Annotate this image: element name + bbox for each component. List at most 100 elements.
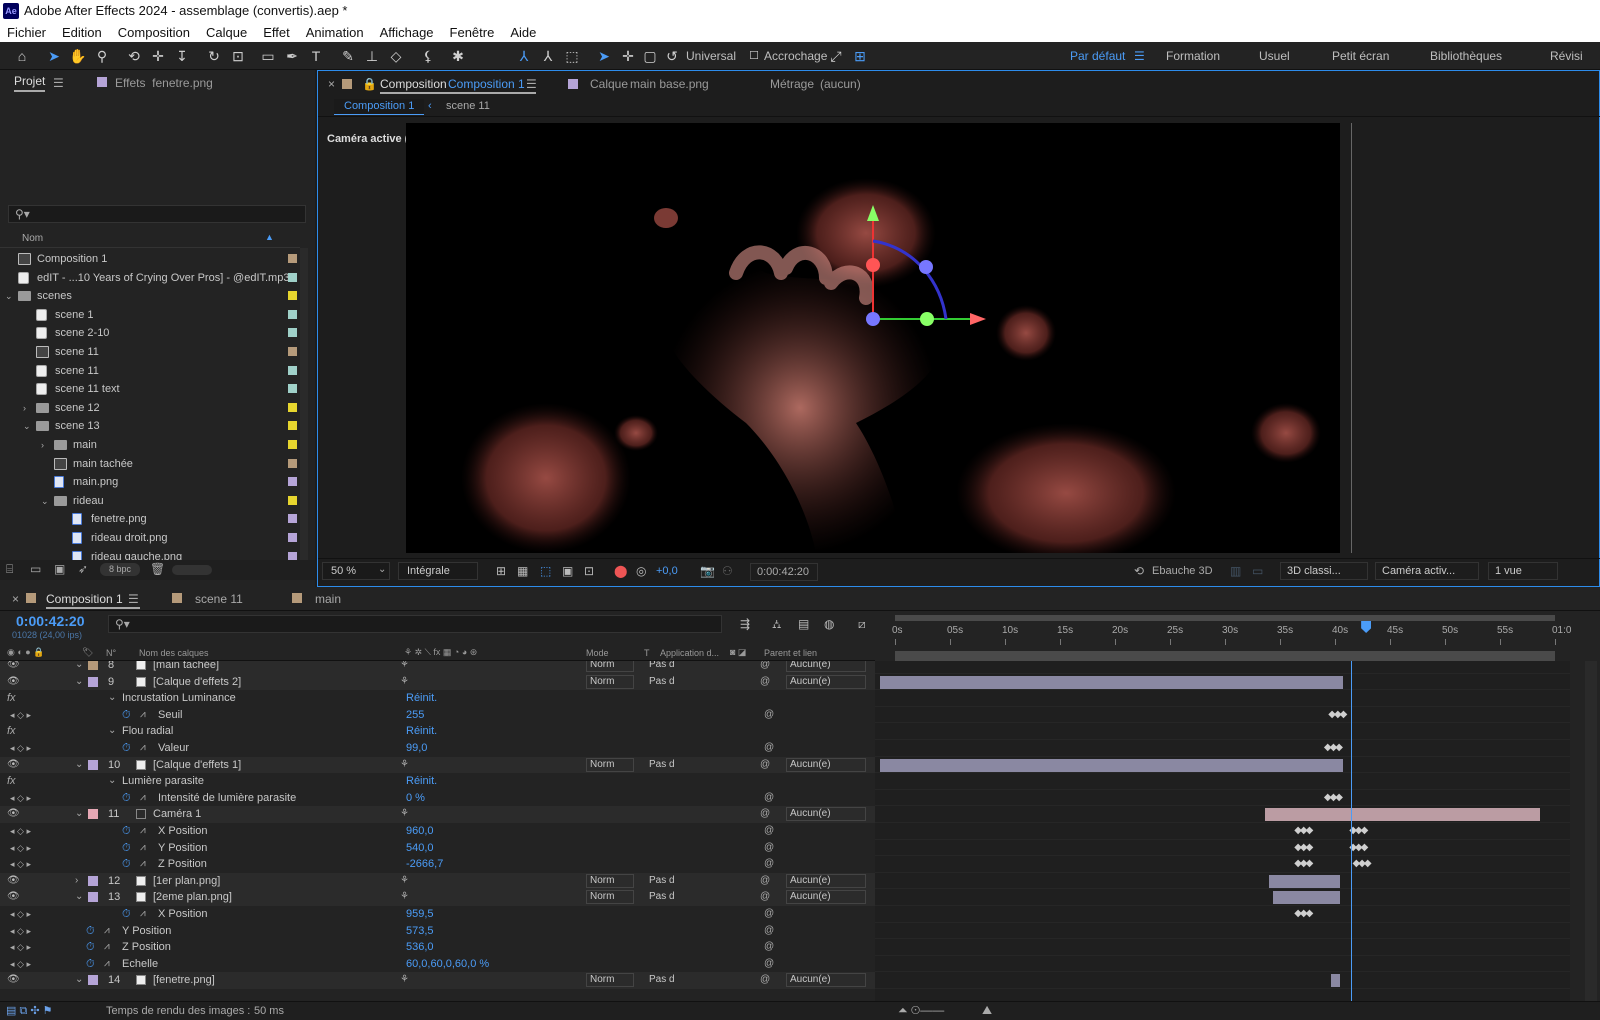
menu-calque[interactable]: Calque [206, 25, 247, 40]
camera-view-select[interactable]: Caméra activ... [1375, 562, 1479, 580]
tab-footage-prefix[interactable]: Métrage [770, 77, 814, 91]
rotate-icon[interactable]: ↺ [662, 46, 682, 66]
parent-select[interactable]: Aucun(e) [786, 873, 866, 888]
label-color-swatch[interactable] [288, 347, 297, 356]
keyframe-nav-icon[interactable]: ◂ ◇ ▸ [10, 740, 31, 756]
project-search-input[interactable]: ⚲▾ [8, 205, 306, 223]
project-item[interactable]: scene 11 [0, 362, 300, 380]
label-color-swatch[interactable] [288, 440, 297, 449]
rotate-tool-icon[interactable]: ↻ [204, 46, 224, 66]
dolly-tool-icon[interactable]: ↧ [172, 46, 192, 66]
track-matte-select[interactable]: Pas d [649, 874, 701, 888]
gizmo-origin-handle[interactable] [866, 312, 880, 326]
pickwhip-icon[interactable]: @ [760, 889, 770, 905]
twirl-icon[interactable]: ⌄ [108, 690, 116, 706]
exposure-reset-icon[interactable]: ◎ [636, 564, 646, 578]
blend-mode-select[interactable]: Norm [586, 674, 634, 689]
layer-label-swatch[interactable] [88, 759, 98, 770]
menu-animation[interactable]: Animation [306, 25, 364, 40]
layer-name[interactable]: [2eme plan.png] [153, 889, 232, 905]
graph-icon[interactable]: ⩘ [140, 707, 146, 723]
keyframe-icon[interactable]: ◆◆◆ [1294, 858, 1313, 869]
expand-open-icon[interactable]: ⌄ [41, 492, 49, 510]
layer-label-swatch[interactable] [88, 875, 98, 886]
stopwatch-icon[interactable]: ⏱ [122, 823, 131, 839]
layer-row[interactable]: 👁 ⌄ 9 [Calque d'effets 2] ⚘ Norm Pas d @ Aucun(e… [0, 673, 875, 691]
layer-name[interactable]: [main tachée] [153, 661, 219, 673]
brush-tool-icon[interactable]: ✎ [338, 46, 358, 66]
shy-switch-icon[interactable]: ⚘ [400, 806, 409, 822]
new-comp-icon[interactable]: ▣ [54, 562, 65, 576]
puppet-tool-icon[interactable]: ✱ [448, 46, 468, 66]
tab-effects[interactable]: Effets fenetre.png [97, 76, 213, 90]
track-row[interactable] [875, 723, 1570, 740]
layer-name[interactable]: [Calque d'effets 2] [153, 674, 241, 690]
keyframe-icon[interactable]: ◆◆◆ [1294, 908, 1313, 919]
graph-icon[interactable]: ⩘ [104, 956, 110, 972]
channel-icon[interactable]: ⬤ [614, 564, 627, 578]
tab-composition-prefix[interactable]: Composition [380, 77, 447, 91]
fx-icon[interactable]: fx [7, 773, 16, 789]
keyframe-icon[interactable]: ◆◆◆ [1353, 858, 1372, 869]
extended-viewer-icon[interactable]: ▥ [1230, 564, 1241, 578]
comp-mini-flowchart-icon[interactable]: ⇶ [740, 617, 750, 631]
label-color-swatch[interactable] [288, 495, 297, 505]
close-tab-icon[interactable]: × [328, 77, 335, 91]
visibility-eye-icon[interactable]: 👁 [7, 757, 20, 773]
twirl-icon[interactable]: ⌄ [108, 773, 116, 789]
graph-icon[interactable]: ⩘ [140, 906, 146, 922]
project-item[interactable]: scene 1 [0, 306, 300, 324]
motion-blur-icon[interactable]: ◍ [824, 617, 834, 631]
axis-local-icon[interactable]: ⅄ [514, 46, 534, 66]
project-item[interactable]: scene 2-10 [0, 324, 300, 342]
graph-icon[interactable]: ⩘ [140, 790, 146, 806]
visibility-eye-icon[interactable]: 👁 [7, 889, 20, 905]
layer-duration-bar[interactable] [1269, 874, 1340, 888]
stopwatch-icon[interactable]: ⏱ [122, 906, 131, 922]
label-color-swatch[interactable] [288, 514, 297, 524]
shy-switch-icon[interactable]: ⚘ [400, 889, 409, 905]
draft3d-label[interactable]: Ebauche 3D [1152, 565, 1213, 577]
visibility-eye-icon[interactable]: 👁 [7, 661, 20, 673]
track-row[interactable] [875, 972, 1570, 989]
label-color-swatch[interactable] [288, 402, 297, 412]
twirl-icon[interactable]: ⌄ [75, 757, 83, 773]
graph-icon[interactable]: ⩘ [140, 740, 146, 756]
graph-icon[interactable]: ⩘ [140, 856, 146, 872]
pickwhip-icon[interactable]: @ [760, 873, 770, 889]
layer-label-swatch[interactable] [88, 676, 98, 687]
layer-duration-bar[interactable] [1265, 808, 1540, 822]
label-color-swatch[interactable] [288, 328, 297, 338]
guides-icon[interactable]: ▣ [562, 564, 573, 578]
parent-select[interactable]: Aucun(e) [786, 661, 866, 672]
property-value[interactable]: -2666,7 [406, 856, 443, 872]
visibility-eye-icon[interactable]: 👁 [7, 873, 20, 889]
pan-tool-icon[interactable]: ✛ [148, 46, 168, 66]
property-row[interactable]: ◂ ◇ ▸ ⏱ ⩘ X Position 959,5 @ [0, 906, 875, 923]
track-row[interactable] [875, 923, 1570, 940]
timeline-tracks[interactable]: ◆◆◆ ◆◆◆ ◆◆◆ ◆◆◆ ◆◆◆ ◆◆◆ ◆◆◆ ◆◆◆ ◆◆◆ ◆◆◆ [875, 661, 1570, 1001]
track-row[interactable]: ◆◆◆ [875, 740, 1570, 757]
menu-composition[interactable]: Composition [118, 25, 190, 40]
property-row[interactable]: ◂ ◇ ▸ ⏱ ⩘ Intensité de lumière parasite 0 % @ [0, 790, 875, 807]
stopwatch-icon[interactable]: ⏱ [86, 956, 95, 972]
close-timeline-tab-icon[interactable]: × [12, 592, 19, 606]
snap-label[interactable]: Accrochage [764, 49, 827, 63]
mask-visibility-icon[interactable]: ⬚ [540, 564, 551, 578]
project-item[interactable]: main tachée [0, 455, 300, 473]
keyframe-nav-icon[interactable]: ◂ ◇ ▸ [10, 856, 31, 872]
layer-label-swatch[interactable] [88, 892, 98, 903]
layer-label-swatch[interactable] [88, 661, 98, 670]
track-matte-select[interactable]: Pas d [649, 675, 701, 689]
renderer-select[interactable]: 3D classi... [1280, 562, 1368, 580]
project-item[interactable]: scene 11 [0, 343, 300, 361]
property-value[interactable]: 959,5 [406, 906, 434, 922]
stopwatch-icon[interactable]: ⏱ [122, 856, 131, 872]
expression-pickwhip-icon[interactable]: @ [764, 956, 774, 972]
snap-option-icon[interactable]: ⤢ [826, 46, 846, 66]
col-layer-name[interactable]: Nom des calques [139, 648, 209, 658]
track-row[interactable]: ◆◆◆ [875, 790, 1570, 807]
keyframe-icon[interactable]: ◆◆◆ [1328, 709, 1347, 720]
shy-switch-icon[interactable]: ⚘ [400, 757, 409, 773]
pickwhip-icon[interactable]: @ [760, 757, 770, 773]
